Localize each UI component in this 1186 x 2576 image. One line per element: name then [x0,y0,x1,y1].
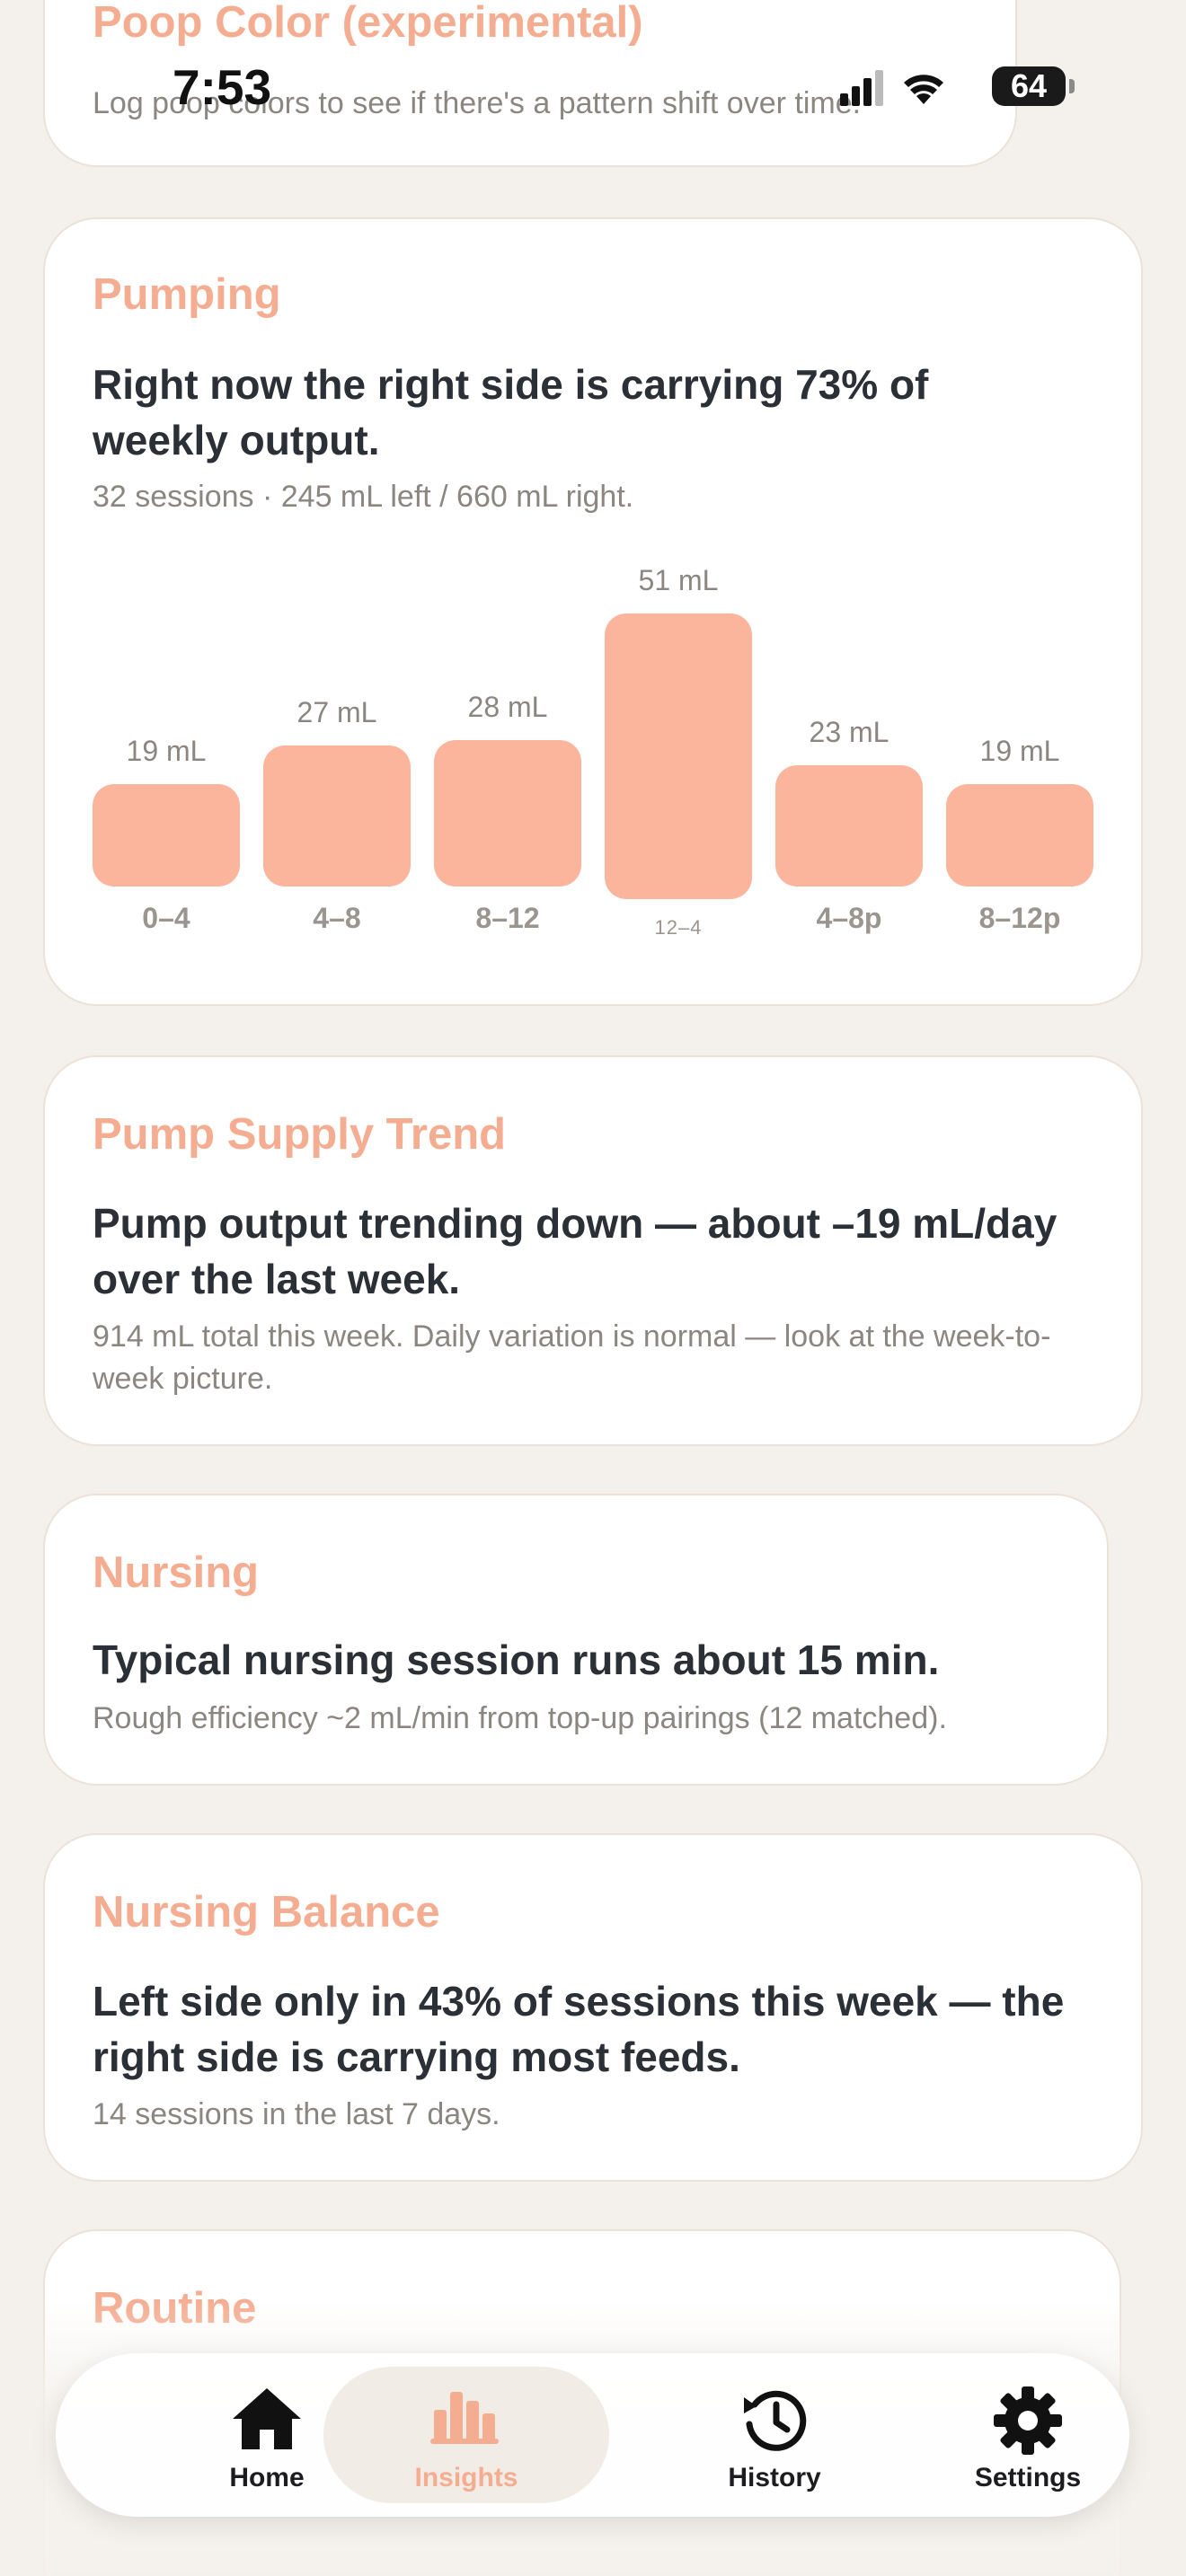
tab-settings[interactable]: Settings [902,2353,1154,2517]
card-title: Nursing [93,1548,260,1597]
battery-indicator: 64 [992,66,1066,106]
tab-history[interactable]: History [649,2353,900,2517]
card-headline: Pump output trending down — about –19 mL… [93,1200,1058,1302]
chart-value-label: 19 mL [979,735,1060,767]
card-subtitle: 914 mL total this week. Daily variation … [93,1319,1051,1396]
chart-bar [263,745,411,887]
chart-bar [605,613,752,899]
chart-category-label: 0–4 [142,902,190,934]
pump-supply-trend-card[interactable]: Pump Supply Trend Pump output trending d… [43,1055,1143,1446]
chart-value-label: 27 mL [296,696,377,728]
battery-cap [1069,79,1075,93]
home-icon [233,2388,301,2449]
bottom-tab-bar: Home Insights History Settings [56,2353,1129,2517]
nursing-balance-card[interactable]: Nursing Balance Left side only in 43% of… [43,1833,1143,2182]
chart-value-label: 28 mL [467,691,548,723]
history-icon [744,2390,807,2451]
chart-bar [93,784,240,887]
chart-bar [946,784,1093,887]
signal-icon [840,93,848,106]
card-title: Nursing Balance [93,1888,440,1936]
status-time: 7:53 [173,59,272,115]
chart-category-label: 4–8 [313,902,361,934]
chart-category-label: 8–12p [978,902,1061,934]
chart-value-label: 19 mL [126,735,207,767]
card-title: Poop Color (experimental) [93,0,643,47]
signal-wifi-icons [840,70,943,106]
card-headline: Left side only in 43% of sessions this w… [93,1978,1065,2080]
tab-label: Settings [974,2463,1082,2492]
tab-insights[interactable]: Insights [323,2367,609,2503]
card-subtitle: 14 sessions in the last 7 days. [93,2097,500,2131]
chart-category-label: 8–12 [475,902,540,934]
nursing-card[interactable]: Nursing Typical nursing session runs abo… [43,1494,1109,1786]
bar-chart-icon [430,2392,499,2444]
chart-bar [434,740,581,887]
card-title: Pump Supply Trend [93,1110,507,1159]
tab-label: Insights [414,2463,518,2492]
gear-icon [994,2386,1062,2455]
wifi-icon [904,75,943,104]
tab-label: History [728,2463,821,2492]
chart-value-label: 51 mL [638,564,719,596]
pumping-card[interactable]: Pumping Right now the right side is carr… [43,217,1143,1006]
chart-bar [775,765,923,887]
chart-category-label: 4–8p [816,902,882,934]
card-headline: Typical nursing session runs about 15 mi… [93,1636,940,1683]
chart-category-label: 12–4 [654,916,703,939]
card-subtitle: Rough efficiency ~2 mL/min from top-up p… [93,1701,947,1735]
pumping-time-of-day-chart: 19 mL 0–4 27 mL 4–8 28 mL 8–12 51 mL 12–4 23 mL 4… [45,219,1141,1004]
chart-value-label: 23 mL [809,716,890,748]
